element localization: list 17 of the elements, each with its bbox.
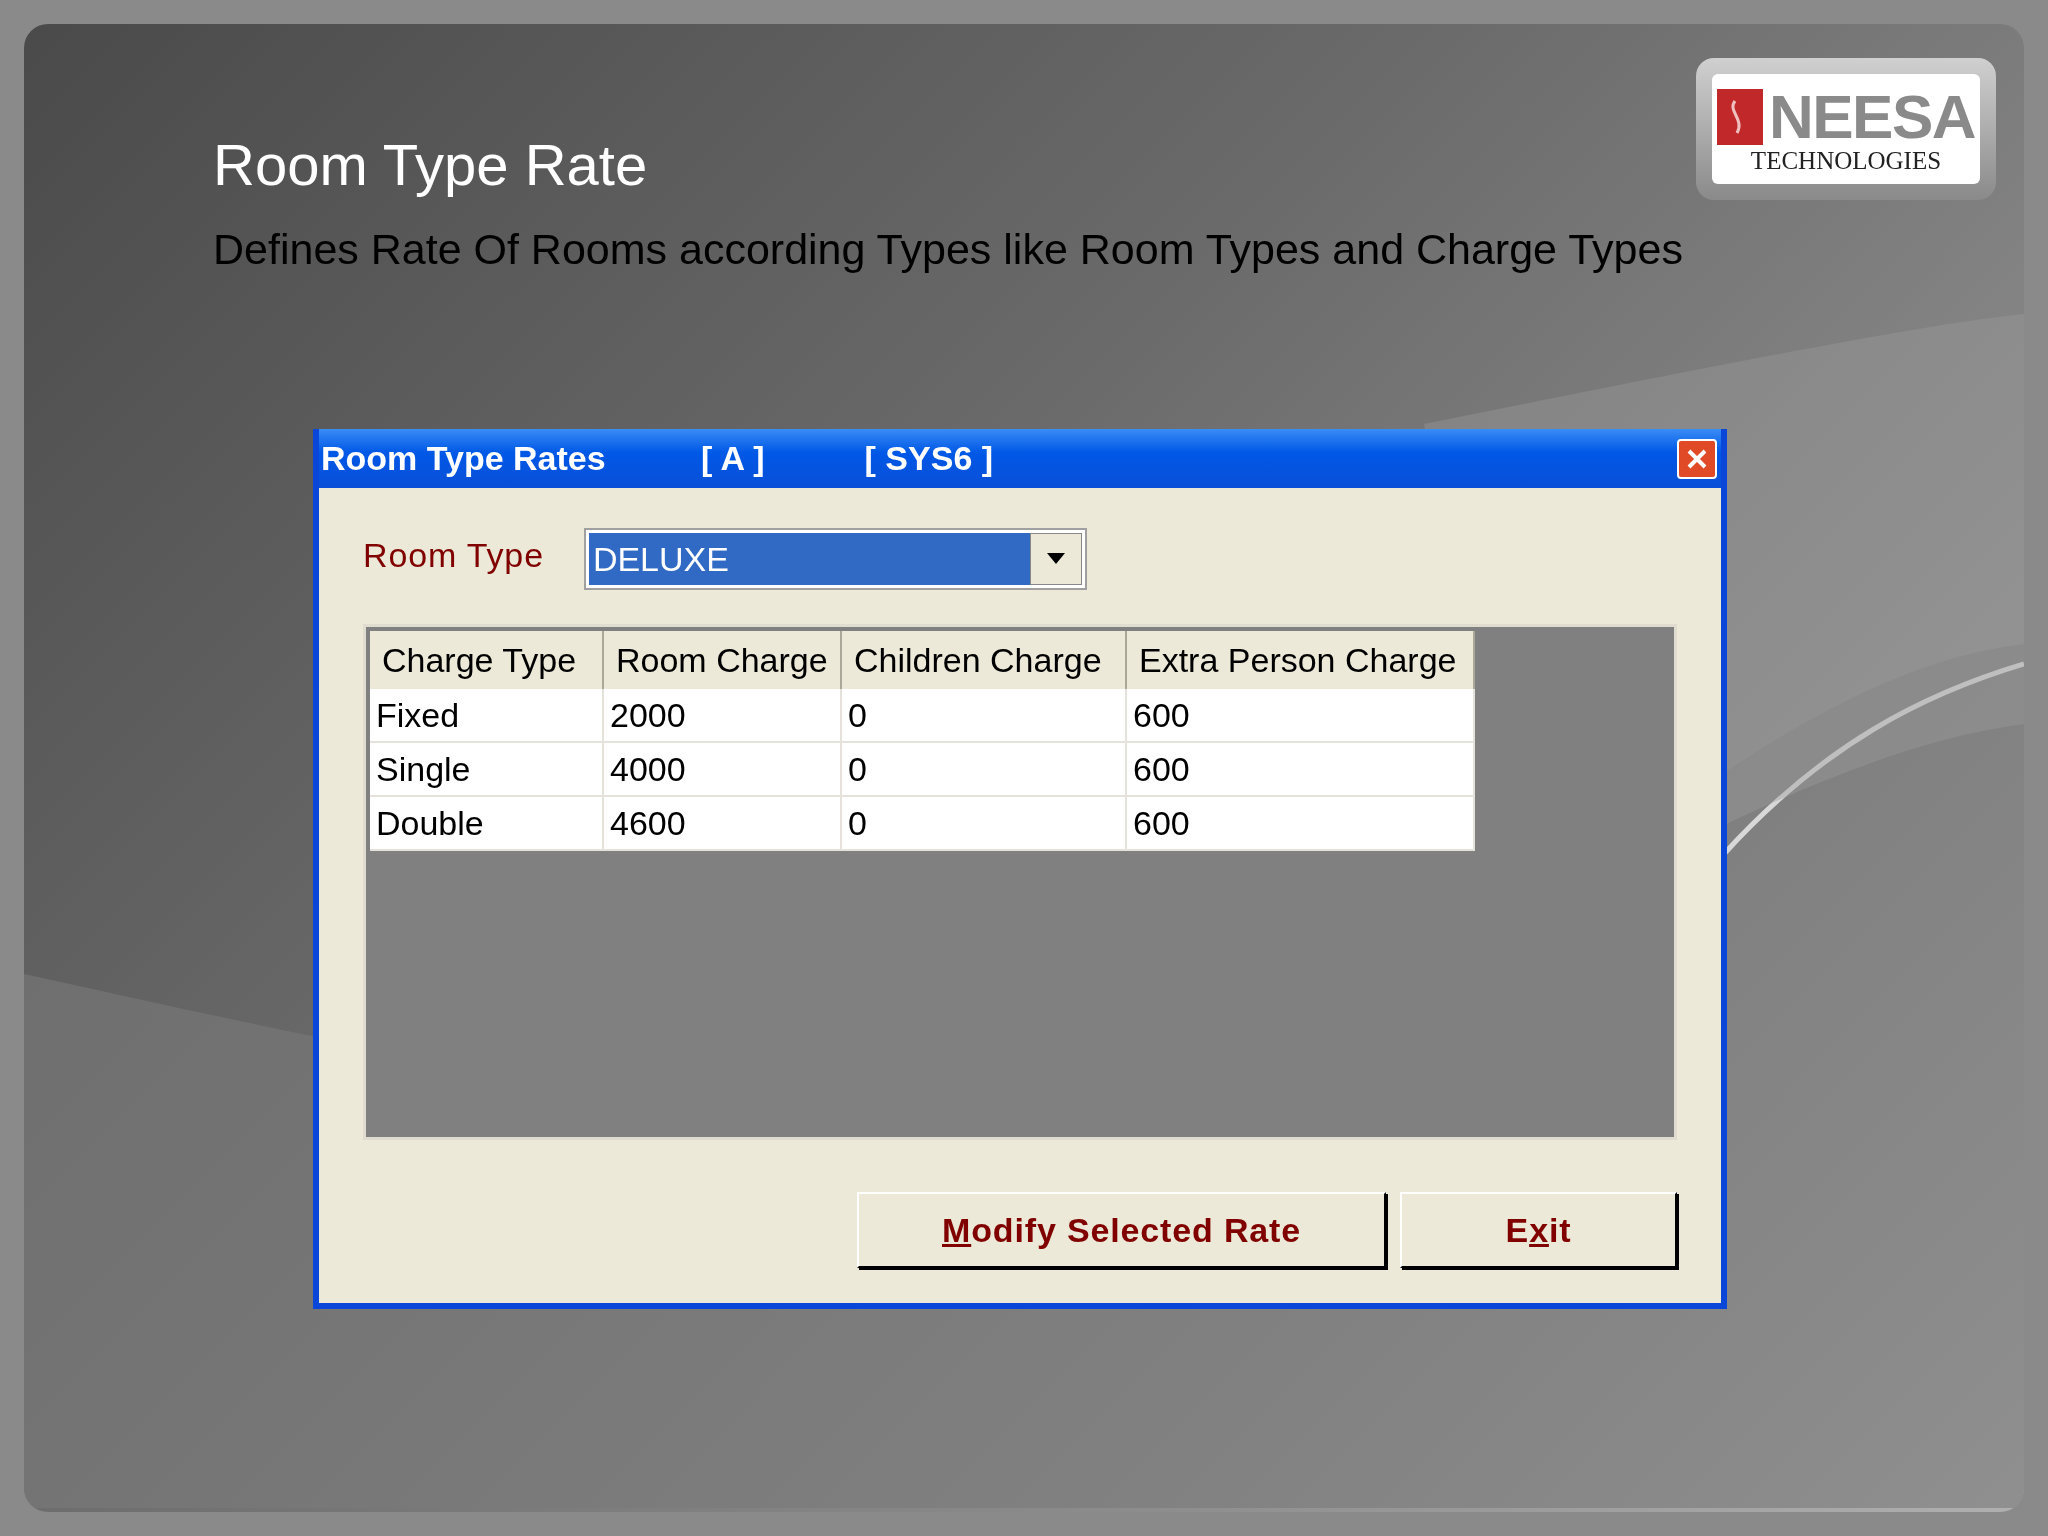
slide-subtitle: Defines Rate Of Rooms according Types like Room Types and Charge Types <box>213 228 1683 271</box>
dropdown-value: DELUXE <box>588 533 1030 585</box>
close-button[interactable] <box>1677 438 1717 479</box>
logo-mark-icon <box>1717 88 1764 145</box>
table-cell: 600 <box>1127 797 1475 851</box>
modify-rate-button[interactable]: Modify Selected Rate <box>857 1192 1386 1268</box>
room-type-label: Room Type <box>363 535 544 576</box>
logo-tagline: TECHNOLOGIES <box>1750 147 1942 173</box>
room-type-dropdown[interactable]: DELUXE <box>583 528 1087 590</box>
exit-button[interactable]: Exit <box>1400 1192 1677 1268</box>
window-tag: [ A ] <box>701 433 765 484</box>
table-cell: 0 <box>842 797 1127 851</box>
logo-name: NEESA <box>1769 85 1975 148</box>
window-tag: [ SYS6 ] <box>864 433 994 484</box>
table-cell: Double <box>370 797 604 851</box>
table-cell: 4600 <box>604 797 842 851</box>
window-title: Room Type Rates <box>321 438 607 479</box>
